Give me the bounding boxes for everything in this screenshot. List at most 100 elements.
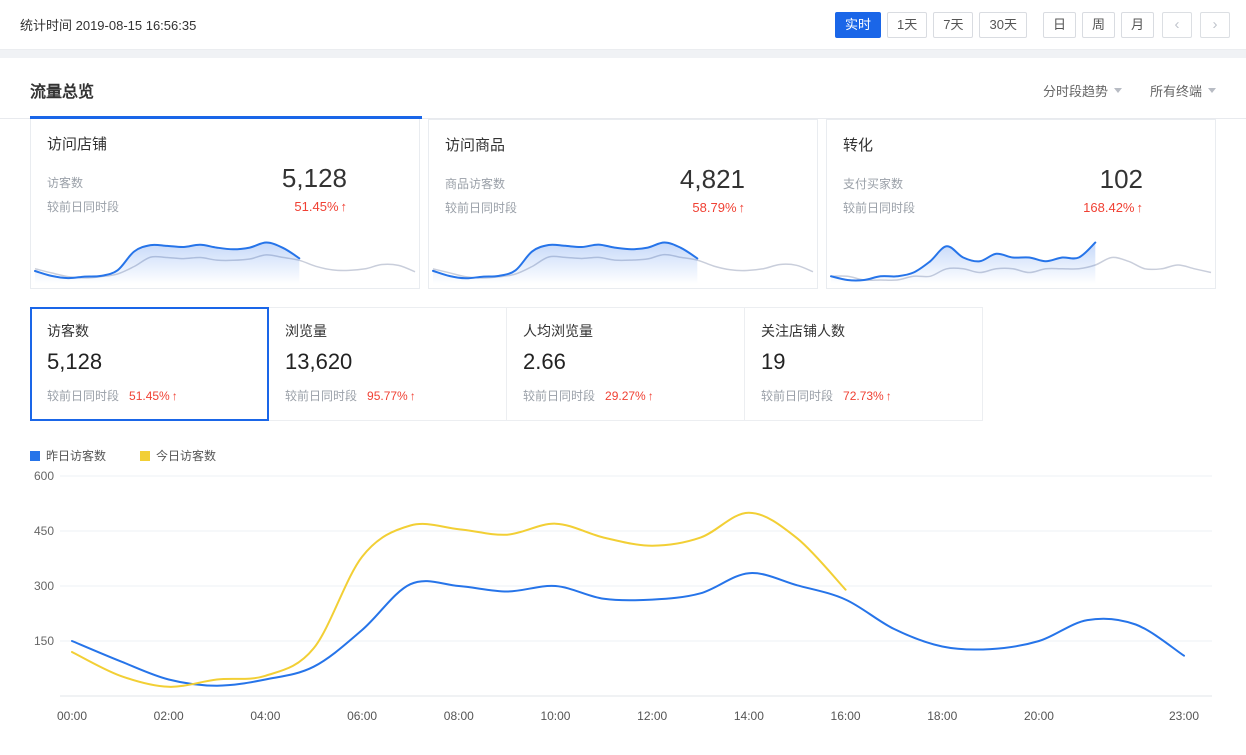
- svg-text:14:00: 14:00: [734, 709, 764, 723]
- svg-text:08:00: 08:00: [444, 709, 474, 723]
- up-arrow-icon: ↑: [410, 389, 416, 403]
- up-arrow-icon: ↑: [172, 389, 178, 403]
- trend-dropdown[interactable]: 分时段趋势: [1043, 81, 1122, 100]
- svg-text:04:00: 04:00: [250, 709, 280, 723]
- legend-item-yesterday[interactable]: 昨日访客数: [30, 447, 106, 464]
- metric-value: 102: [1100, 165, 1143, 193]
- chevron-down-icon: [1208, 88, 1216, 93]
- header-dropdowns: 分时段趋势 所有终端: [1043, 81, 1216, 100]
- card-title: 访问店铺: [47, 133, 403, 154]
- time-btn-30day[interactable]: 30天: [979, 12, 1026, 38]
- metric-value: 4,821: [680, 165, 745, 193]
- compare-label: 较前日同时段: [843, 196, 915, 220]
- change-value: 72.73%↑: [843, 389, 892, 403]
- metric-label: 人均浏览量: [523, 321, 728, 341]
- svg-text:12:00: 12:00: [637, 709, 667, 723]
- metric-value: 5,128: [47, 349, 252, 375]
- metric-label: 支付买家数: [843, 172, 903, 196]
- metric-card-visitors[interactable]: 访客数 5,128 较前日同时段51.45%↑: [30, 307, 269, 421]
- change-value: 168.42%↑: [1083, 197, 1143, 219]
- svg-text:23:00: 23:00: [1169, 709, 1199, 723]
- chart-area: 15030045060000:0002:0004:0006:0008:0010:…: [0, 464, 1246, 728]
- page-title: 流量总览: [30, 78, 94, 102]
- metric-value: 13,620: [285, 349, 490, 375]
- traffic-trend-chart: 15030045060000:0002:0004:0006:0008:0010:…: [26, 466, 1216, 728]
- up-arrow-icon: ↑: [1137, 200, 1144, 215]
- svg-text:20:00: 20:00: [1024, 709, 1054, 723]
- metric-row: 商品访客数 4,821: [445, 165, 745, 196]
- prev-page-button[interactable]: ‹: [1162, 12, 1192, 38]
- svg-text:450: 450: [34, 524, 54, 538]
- terminal-dropdown-label: 所有终端: [1150, 81, 1202, 100]
- svg-text:10:00: 10:00: [540, 709, 570, 723]
- up-arrow-icon: ↑: [739, 200, 746, 215]
- sparkline-chart: [827, 224, 1215, 288]
- change-value: 51.45%↑: [294, 196, 347, 218]
- compare-row: 较前日同时段 168.42%↑: [843, 196, 1143, 220]
- stat-time-label: 统计时间 2019-08-15 16:56:35: [20, 15, 196, 34]
- metric-value: 19: [761, 349, 966, 375]
- compare-row: 较前日同时段95.77%↑: [285, 387, 490, 404]
- legend-swatch-yellow: [140, 451, 150, 461]
- metric-card-shop-followers[interactable]: 关注店铺人数 19 较前日同时段72.73%↑: [744, 307, 983, 421]
- change-value: 51.45%↑: [129, 389, 178, 403]
- change-value: 29.27%↑: [605, 389, 654, 403]
- compare-label: 较前日同时段: [445, 196, 517, 220]
- sparkline-chart: [429, 224, 817, 288]
- change-value: 95.77%↑: [367, 389, 416, 403]
- time-btn-week[interactable]: 周: [1082, 12, 1115, 38]
- compare-row: 较前日同时段 51.45%↑: [47, 195, 347, 219]
- card-title: 访问商品: [445, 134, 801, 155]
- time-btn-realtime[interactable]: 实时: [835, 12, 881, 38]
- time-btn-1day[interactable]: 1天: [887, 12, 927, 38]
- main-content: 流量总览 分时段趋势 所有终端 访问店铺 访客数 5,128 较前日同: [0, 58, 1246, 755]
- svg-text:02:00: 02:00: [154, 709, 184, 723]
- legend-item-today[interactable]: 今日访客数: [140, 447, 216, 464]
- compare-row: 较前日同时段72.73%↑: [761, 387, 966, 404]
- chart-legend: 昨日访客数 今日访客数: [0, 447, 1246, 464]
- chevron-down-icon: [1114, 88, 1122, 93]
- time-btn-7day[interactable]: 7天: [933, 12, 973, 38]
- up-arrow-icon: ↑: [886, 389, 892, 403]
- metric-value: 2.66: [523, 349, 728, 375]
- card-metrics: 访客数 5,128 较前日同时段 51.45%↑: [47, 164, 403, 219]
- overview-card-shop-visits[interactable]: 访问店铺 访客数 5,128 较前日同时段 51.45%↑: [30, 119, 420, 289]
- metric-label: 访客数: [47, 171, 83, 195]
- legend-swatch-blue: [30, 451, 40, 461]
- legend-label: 今日访客数: [156, 447, 216, 464]
- metric-label: 浏览量: [285, 321, 490, 341]
- svg-text:16:00: 16:00: [831, 709, 861, 723]
- next-page-button[interactable]: ›: [1200, 12, 1230, 38]
- legend-label: 昨日访客数: [46, 447, 106, 464]
- overview-card-product-visits[interactable]: 访问商品 商品访客数 4,821 较前日同时段 58.79%↑: [428, 119, 818, 289]
- time-btn-month[interactable]: 月: [1121, 12, 1154, 38]
- metric-cards-row: 访客数 5,128 较前日同时段51.45%↑ 浏览量 13,620 较前日同时…: [0, 307, 1246, 421]
- svg-text:06:00: 06:00: [347, 709, 377, 723]
- metric-label: 商品访客数: [445, 172, 505, 196]
- metric-card-pageviews[interactable]: 浏览量 13,620 较前日同时段95.77%↑: [268, 307, 507, 421]
- section-header: 流量总览 分时段趋势 所有终端: [0, 58, 1246, 118]
- compare-row: 较前日同时段29.27%↑: [523, 387, 728, 404]
- terminal-dropdown[interactable]: 所有终端: [1150, 81, 1216, 100]
- card-metrics: 支付买家数 102 较前日同时段 168.42%↑: [843, 165, 1199, 220]
- topbar: 统计时间 2019-08-15 16:56:35 实时 1天 7天 30天 日 …: [0, 0, 1246, 50]
- separator-band: [0, 50, 1246, 58]
- metric-card-avg-pageviews[interactable]: 人均浏览量 2.66 较前日同时段29.27%↑: [506, 307, 745, 421]
- trend-dropdown-label: 分时段趋势: [1043, 81, 1108, 100]
- up-arrow-icon: ↑: [341, 199, 348, 214]
- time-btn-day[interactable]: 日: [1043, 12, 1076, 38]
- metric-value: 5,128: [282, 164, 347, 192]
- svg-text:00:00: 00:00: [57, 709, 87, 723]
- metric-label: 访客数: [47, 321, 252, 341]
- metric-label: 关注店铺人数: [761, 321, 966, 341]
- overview-cards-row: 访问店铺 访客数 5,128 较前日同时段 51.45%↑ 访问商品 商品访客数…: [0, 119, 1246, 289]
- svg-text:300: 300: [34, 579, 54, 593]
- svg-text:150: 150: [34, 634, 54, 648]
- change-value: 58.79%↑: [692, 197, 745, 219]
- svg-text:18:00: 18:00: [927, 709, 957, 723]
- up-arrow-icon: ↑: [648, 389, 654, 403]
- compare-row: 较前日同时段51.45%↑: [47, 387, 252, 404]
- metric-row: 访客数 5,128: [47, 164, 347, 195]
- overview-card-conversion[interactable]: 转化 支付买家数 102 较前日同时段 168.42%↑: [826, 119, 1216, 289]
- compare-label: 较前日同时段: [47, 195, 119, 219]
